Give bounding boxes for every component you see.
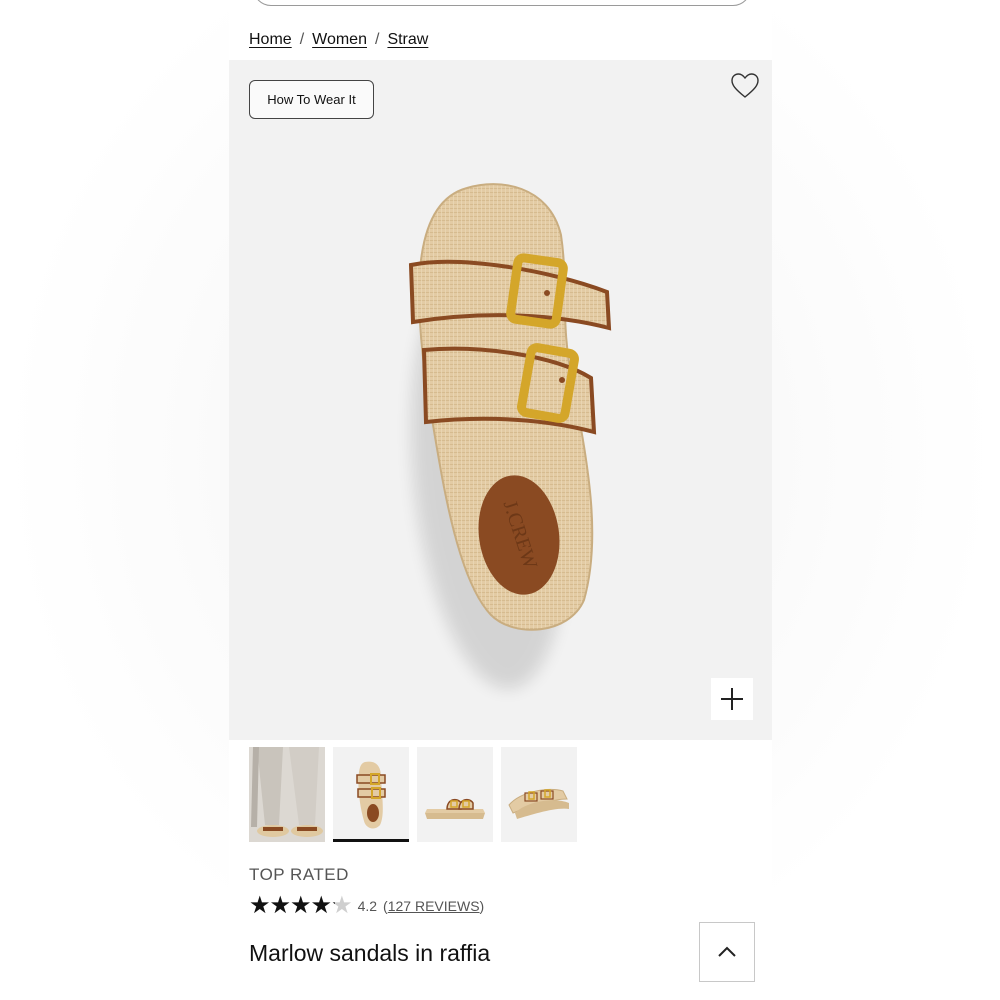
heart-icon[interactable] bbox=[730, 72, 760, 100]
product-image-area[interactable]: J.CREW How To Wear It bbox=[229, 60, 772, 740]
breadcrumb-women[interactable]: Women bbox=[312, 31, 367, 49]
scroll-to-top-button[interactable] bbox=[699, 922, 755, 982]
breadcrumb-home[interactable]: Home bbox=[249, 31, 292, 49]
breadcrumb-separator: / bbox=[374, 31, 380, 48]
thumbnail-strip bbox=[249, 747, 577, 842]
thumbnail-pair-view[interactable] bbox=[501, 747, 577, 842]
star-rating: ★★★★★ ★★★★★ bbox=[249, 894, 353, 918]
breadcrumb-separator: / bbox=[299, 31, 305, 48]
thumbnail-model[interactable] bbox=[249, 747, 325, 842]
product-image-sandal: J.CREW bbox=[408, 183, 612, 689]
search-bar[interactable] bbox=[253, 0, 751, 6]
reviews-count: (127 REVIEWS) bbox=[383, 898, 484, 914]
product-title: Marlow sandals in raffia bbox=[249, 940, 491, 966]
breadcrumb: Home / Women / Straw bbox=[249, 31, 428, 49]
chevron-up-icon bbox=[718, 946, 736, 957]
zoom-button[interactable] bbox=[711, 678, 753, 720]
rating-row[interactable]: ★★★★★ ★★★★★ 4.2 (127 REVIEWS) bbox=[249, 894, 484, 918]
breadcrumb-straw[interactable]: Straw bbox=[387, 31, 428, 49]
reviews-link[interactable]: 127 REVIEWS bbox=[388, 898, 480, 914]
thumbnail-top-view[interactable] bbox=[333, 747, 409, 842]
product-page: Home / Women / Straw J.CREW How To Wear … bbox=[229, 0, 772, 1000]
thumbnail-side-view[interactable] bbox=[417, 747, 493, 842]
star-icons-filled: ★★★★★ bbox=[249, 894, 335, 918]
top-rated-badge: TOP RATED bbox=[249, 865, 349, 884]
rating-value: 4.2 bbox=[357, 898, 378, 914]
reviews-paren-close: ) bbox=[479, 898, 485, 914]
plus-icon bbox=[721, 688, 743, 710]
how-to-wear-button[interactable]: How To Wear It bbox=[249, 80, 374, 119]
